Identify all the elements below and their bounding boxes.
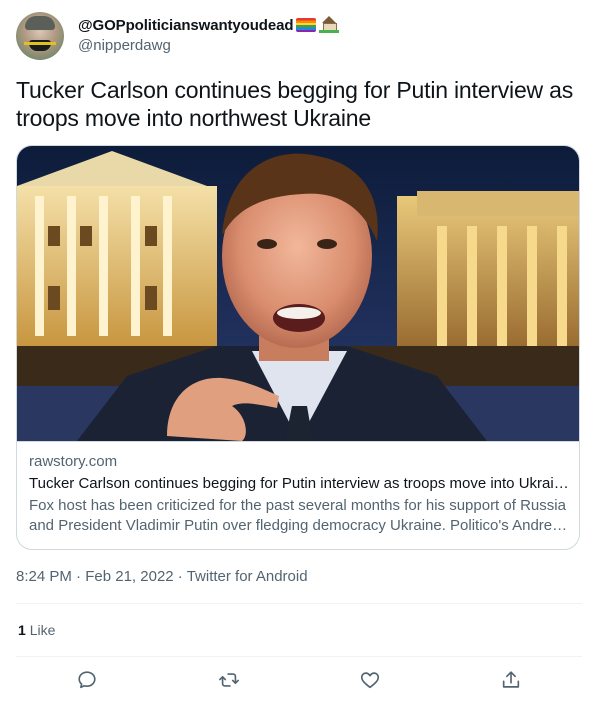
like-button[interactable] bbox=[357, 667, 383, 693]
link-card[interactable]: rawstory.com Tucker Carlson continues be… bbox=[16, 145, 580, 550]
card-divider bbox=[17, 441, 579, 442]
house-with-garden-icon bbox=[319, 16, 340, 33]
likes-row[interactable]: 1 Like bbox=[18, 620, 55, 640]
action-bar bbox=[0, 663, 598, 697]
share-icon bbox=[502, 671, 520, 688]
retweet-button[interactable] bbox=[216, 667, 242, 693]
card-description: Fox host has been criticized for the pas… bbox=[29, 497, 566, 534]
card-image[interactable] bbox=[17, 146, 579, 441]
tweet-source[interactable]: Twitter for Android bbox=[187, 568, 308, 585]
tweet-date[interactable]: Feb 21, 2022 bbox=[85, 568, 173, 585]
tweet-time[interactable]: 8:24 PM bbox=[16, 568, 72, 585]
meta-separator-2: · bbox=[173, 568, 187, 585]
user-names: @GOPpoliticianswantyoudead @nipperdawg bbox=[78, 16, 340, 56]
avatar-band bbox=[24, 42, 56, 45]
display-name[interactable]: @GOPpoliticianswantyoudead bbox=[78, 16, 340, 36]
card-body[interactable]: rawstory.com Tucker Carlson continues be… bbox=[29, 452, 569, 536]
reply-button[interactable] bbox=[74, 667, 100, 693]
card-title[interactable]: Tucker Carlson continues begging for Put… bbox=[29, 474, 569, 494]
like-icon bbox=[360, 672, 380, 689]
divider bbox=[16, 656, 582, 657]
share-button[interactable] bbox=[498, 667, 524, 693]
avatar[interactable] bbox=[16, 12, 64, 60]
divider bbox=[16, 603, 582, 604]
meta-separator: · bbox=[71, 568, 86, 585]
like-label: Like bbox=[29, 622, 56, 638]
retweet-icon bbox=[219, 673, 239, 687]
display-name-text[interactable]: @GOPpoliticianswantyoudead bbox=[78, 17, 294, 34]
card-domain: rawstory.com bbox=[29, 453, 118, 470]
avatar-cap bbox=[25, 16, 55, 30]
user-handle[interactable]: @nipperdawg bbox=[78, 36, 339, 56]
tweet-meta: 8:24 PM · Feb 21, 2022 · Twitter for And… bbox=[16, 567, 308, 587]
tweet-header: @GOPpoliticianswantyoudead @nipperdawg bbox=[16, 12, 576, 60]
reply-icon bbox=[78, 671, 96, 689]
tweet-text: Tucker Carlson continues begging for Put… bbox=[16, 77, 574, 131]
news-photo bbox=[17, 146, 579, 441]
tweet: @GOPpoliticianswantyoudead @nipperdawg T… bbox=[0, 0, 598, 703]
like-count: 1 bbox=[18, 622, 26, 638]
rainbow-flag-icon bbox=[296, 18, 317, 32]
